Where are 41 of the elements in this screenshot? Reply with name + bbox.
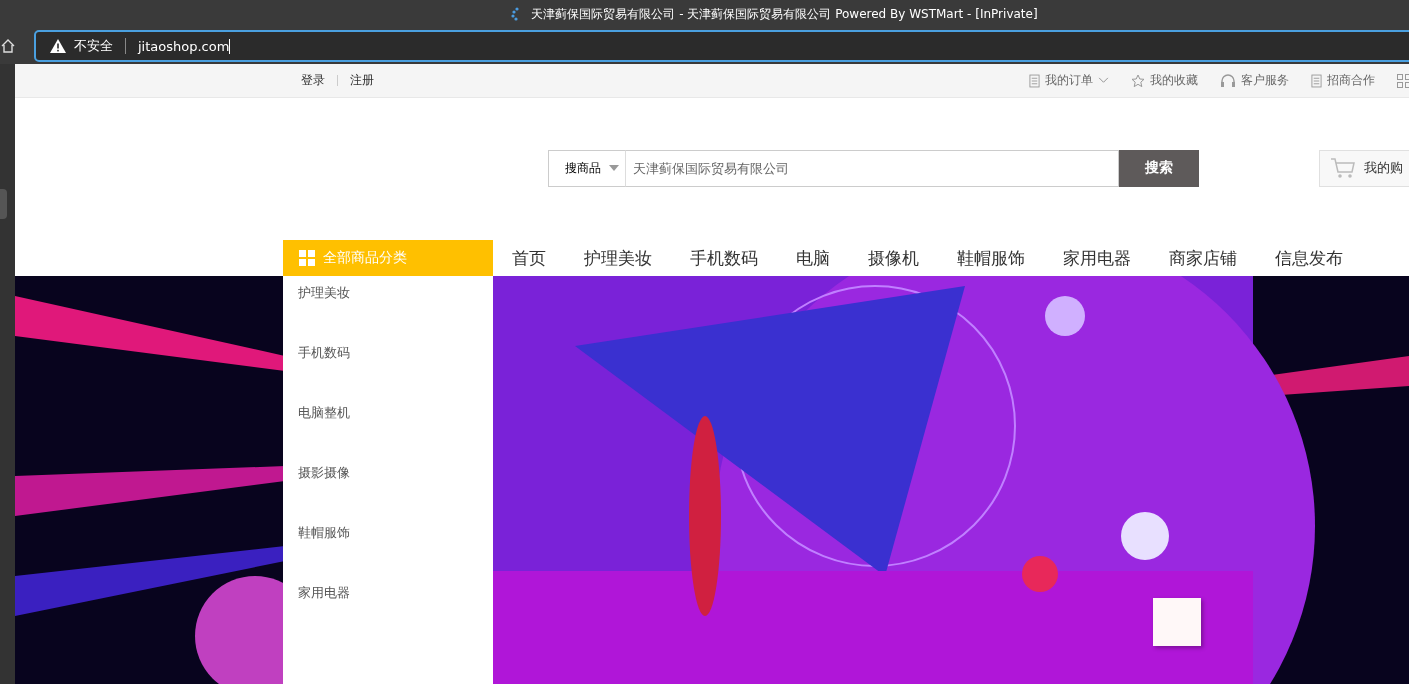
search-field[interactable]: 天津蓟保国际贸易有限公司 (626, 149, 1119, 187)
loading-icon (511, 7, 520, 21)
category-link[interactable]: 电脑整机 (283, 404, 493, 464)
nav-link[interactable]: 家用电器 (1044, 240, 1150, 276)
nav-link[interactable]: 摄像机 (849, 240, 938, 276)
grid-icon[interactable] (1397, 73, 1409, 88)
caret-icon (609, 165, 619, 171)
sidebar-handle[interactable] (0, 189, 7, 219)
category-link[interactable]: 手机数码 (283, 344, 493, 404)
search-button[interactable]: 搜索 (1119, 149, 1199, 187)
security-label: 不安全 (74, 37, 113, 55)
cart-icon (1330, 157, 1356, 179)
nav-link[interactable]: 商家店铺 (1150, 240, 1256, 276)
nav-link[interactable]: 鞋帽服饰 (938, 240, 1044, 276)
document-icon (1311, 73, 1322, 88)
account-link[interactable]: 登录 (301, 72, 325, 89)
window-title: 天津蓟保国际贸易有限公司 - 天津蓟保国际贸易有限公司 Powered By WSTMart - [InPrivate] (531, 5, 1038, 23)
nav-link[interactable]: 电脑 (777, 240, 849, 276)
account-link[interactable]: 注册 (350, 72, 374, 89)
nav-link[interactable]: 信息发布 (1256, 240, 1362, 276)
home-icon[interactable] (0, 38, 16, 54)
search-scope-dropdown[interactable]: 搜商品 (548, 149, 626, 187)
url-text: jitaoshop.com (138, 38, 231, 54)
address-bar[interactable]: 不安全 jitaoshop.com (34, 30, 1409, 62)
grid-icon (299, 250, 315, 266)
nav-link[interactable]: 首页 (493, 240, 565, 276)
star-icon (1131, 73, 1145, 88)
document-icon (1029, 73, 1040, 88)
top-link[interactable]: 招商合作 (1311, 72, 1375, 89)
category-link[interactable]: 鞋帽服饰 (283, 524, 493, 584)
category-link[interactable]: 护理美妆 (283, 284, 493, 344)
warning-icon (50, 39, 66, 53)
top-link[interactable]: 客户服务 (1220, 72, 1289, 89)
top-link[interactable]: 我的订单 (1029, 72, 1109, 89)
cart-button[interactable]: 我的购 (1319, 149, 1409, 187)
headset-icon (1220, 73, 1236, 88)
category-link[interactable]: 家用电器 (283, 584, 493, 644)
top-link[interactable]: 我的收藏 (1131, 72, 1198, 89)
nav-link[interactable]: 手机数码 (671, 240, 777, 276)
category-link[interactable]: 摄影摄像 (283, 464, 493, 524)
nav-link[interactable]: 护理美妆 (565, 240, 671, 276)
